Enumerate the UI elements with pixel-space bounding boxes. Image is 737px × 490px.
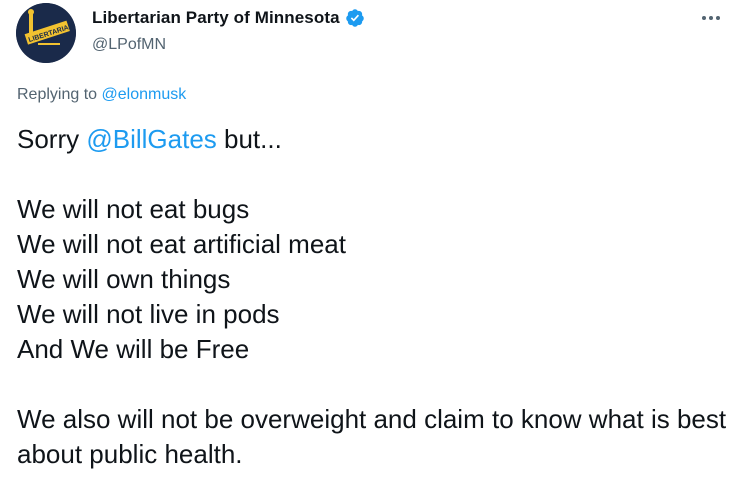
replying-to-prefix: Replying to: [17, 86, 102, 103]
author-name-row: Libertarian Party of Minnesota: [92, 8, 365, 28]
more-options-icon[interactable]: [699, 6, 723, 30]
tweet-text: Sorry @BillGates but... We will not eat …: [17, 122, 727, 472]
libertarian-logo-icon: LIBERTARIAN: [16, 3, 76, 63]
tweet-list-item: We will own things: [17, 264, 231, 294]
verified-badge-icon: [345, 8, 365, 28]
tweet-opening-suffix: but...: [216, 124, 282, 154]
tweet-list-item: We will not eat artificial meat: [17, 229, 346, 259]
author-handle[interactable]: @LPofMN: [92, 36, 166, 54]
tweet-list-item: We will not live in pods: [17, 299, 280, 329]
tweet-list-item: We will not eat bugs: [17, 194, 250, 224]
tweet-opening-prefix: Sorry: [17, 124, 87, 154]
replying-to-mention[interactable]: @elonmusk: [102, 86, 187, 103]
author-display-name[interactable]: Libertarian Party of Minnesota: [92, 8, 340, 28]
tweet-mention-billgates[interactable]: @BillGates: [86, 124, 216, 154]
replying-to: Replying to @elonmusk: [17, 86, 186, 104]
tweet-line-opening: Sorry @BillGates but...: [17, 122, 727, 157]
avatar[interactable]: LIBERTARIAN: [16, 3, 76, 63]
tweet-list-item: And We will be Free: [17, 334, 250, 364]
tweet-closing: We also will not be overweight and claim…: [17, 404, 727, 469]
